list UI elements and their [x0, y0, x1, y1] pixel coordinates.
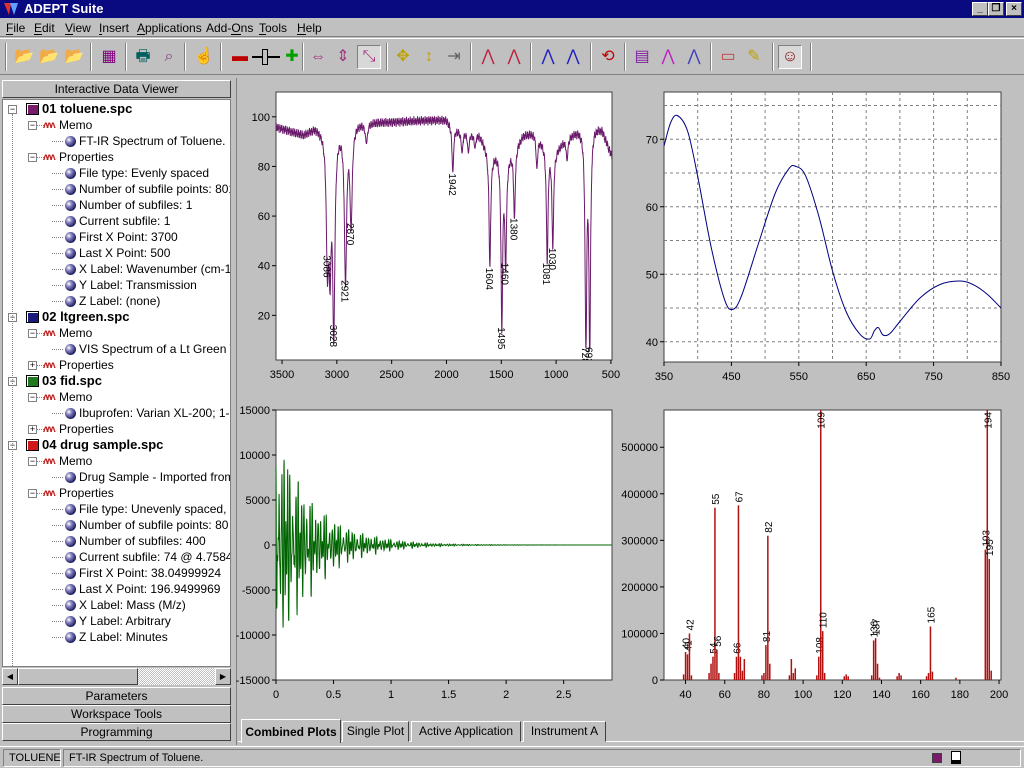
peak-label: 3028	[327, 325, 338, 348]
peak-label: 110	[819, 612, 830, 628]
x-tick-label: 3000	[325, 369, 349, 381]
y-tick-label: 20	[258, 310, 270, 322]
x-tick-label: 0.5	[326, 689, 341, 701]
chart-vis: 350 450 550 650 750 850 70 60 50 40	[646, 91, 1010, 383]
peak-label: 1460	[499, 263, 510, 286]
peak-label: 2921	[339, 280, 350, 303]
peak-label: 56	[713, 635, 724, 647]
peak-label: 693	[583, 347, 594, 364]
x-tick-label: 140	[872, 689, 890, 701]
y-tick-label: 40	[646, 337, 658, 349]
y-tick-label: -5000	[242, 585, 270, 597]
peak-label: 1030	[546, 248, 557, 271]
tab-instrument-a[interactable]: Instrument A	[523, 721, 606, 742]
peak-label: 3086	[320, 255, 331, 278]
active-color-icon	[932, 753, 942, 763]
peak-label: 1495	[495, 327, 506, 350]
peak-label: 137	[872, 618, 883, 635]
y-tick-label: 60	[258, 211, 270, 223]
peak-label: 55	[711, 493, 722, 505]
peak-label: 2870	[344, 223, 355, 246]
x-tick-label: 2.5	[556, 689, 571, 701]
chart-fid: 0 0.5 1 1.5 2 2.5 15000 10000 5000 0 -5000 -10000 -1…	[236, 405, 613, 701]
y-tick-label: -15000	[236, 675, 270, 687]
peak-label: 1942	[446, 173, 457, 196]
chart-ir: 3500 3000 2500 2000 1500 1000 500 100 80 60 40 20 30…	[252, 91, 620, 381]
x-tick-label: 1500	[489, 369, 513, 381]
peak-label: 42	[685, 619, 696, 631]
peak-label: 109	[817, 412, 828, 429]
peak-label: 195	[985, 539, 996, 556]
y-tick-label: 300000	[621, 535, 658, 547]
chart-ms: 40 60 80 100 120 140 160 180 200 500000 400000 3000…	[621, 409, 1008, 701]
y-tick-label: 5000	[246, 495, 270, 507]
y-tick-label: 40	[258, 261, 270, 273]
x-tick-label: 160	[911, 689, 929, 701]
peak-label: 82	[764, 521, 775, 533]
x-tick-label: 0	[273, 689, 279, 701]
y-tick-label: 70	[646, 134, 658, 146]
tab-combined-plots[interactable]: Combined Plots	[241, 719, 341, 743]
disk-icon	[951, 751, 961, 764]
y-tick-label: 100000	[621, 628, 658, 640]
y-tick-label: 0	[264, 540, 270, 552]
x-tick-label: 550	[790, 371, 808, 383]
y-tick-label: 200000	[621, 582, 658, 594]
x-tick-label: 3500	[270, 369, 294, 381]
x-tick-label: 2	[503, 689, 509, 701]
y-tick-label: 50	[646, 269, 658, 281]
status-file-name: TOLUENE	[3, 749, 61, 767]
x-tick-label: 100	[794, 689, 812, 701]
combined-plots: 3500 3000 2500 2000 1500 1000 5001008060402030…	[236, 91, 1010, 701]
y-tick-label: 400000	[621, 489, 658, 501]
x-tick-label: 850	[992, 371, 1010, 383]
tab-single-plot[interactable]: Single Plot	[342, 721, 409, 742]
y-tick-label: 10000	[239, 450, 270, 462]
y-tick-label: 15000	[239, 405, 270, 417]
y-tick-label: 60	[646, 202, 658, 214]
x-tick-label: 40	[679, 689, 691, 701]
peak-label: 1380	[507, 218, 518, 241]
x-tick-label: 350	[655, 371, 673, 383]
x-tick-label: 750	[924, 371, 942, 383]
peak-label: 67	[734, 491, 745, 503]
x-tick-label: 1000	[544, 369, 568, 381]
x-tick-label: 120	[833, 689, 851, 701]
peak-label: 1604	[483, 268, 494, 291]
x-tick-label: 500	[602, 369, 620, 381]
status-message: FT-IR Spectrum of Toluene.	[63, 749, 1021, 767]
x-tick-label: 2000	[434, 369, 458, 381]
y-tick-label: 500000	[621, 442, 658, 454]
y-tick-label: 80	[258, 161, 270, 173]
x-tick-label: 650	[857, 371, 875, 383]
x-tick-label: 60	[719, 689, 731, 701]
x-tick-label: 2500	[379, 369, 403, 381]
tab-active-application[interactable]: Active Application	[411, 721, 521, 742]
status-bar: TOLUENE FT-IR Spectrum of Toluene.	[0, 746, 1024, 768]
y-tick-label: 0	[652, 675, 658, 687]
x-tick-label: 1	[388, 689, 394, 701]
peak-label: 165	[926, 606, 937, 623]
x-tick-label: 200	[990, 689, 1008, 701]
x-tick-label: 1.5	[441, 689, 456, 701]
x-tick-label: 450	[722, 371, 740, 383]
y-tick-label: -10000	[236, 630, 270, 642]
x-tick-label: 180	[951, 689, 969, 701]
x-tick-label: 80	[758, 689, 770, 701]
y-tick-label: 100	[252, 112, 270, 124]
peak-label: 194	[983, 412, 994, 429]
